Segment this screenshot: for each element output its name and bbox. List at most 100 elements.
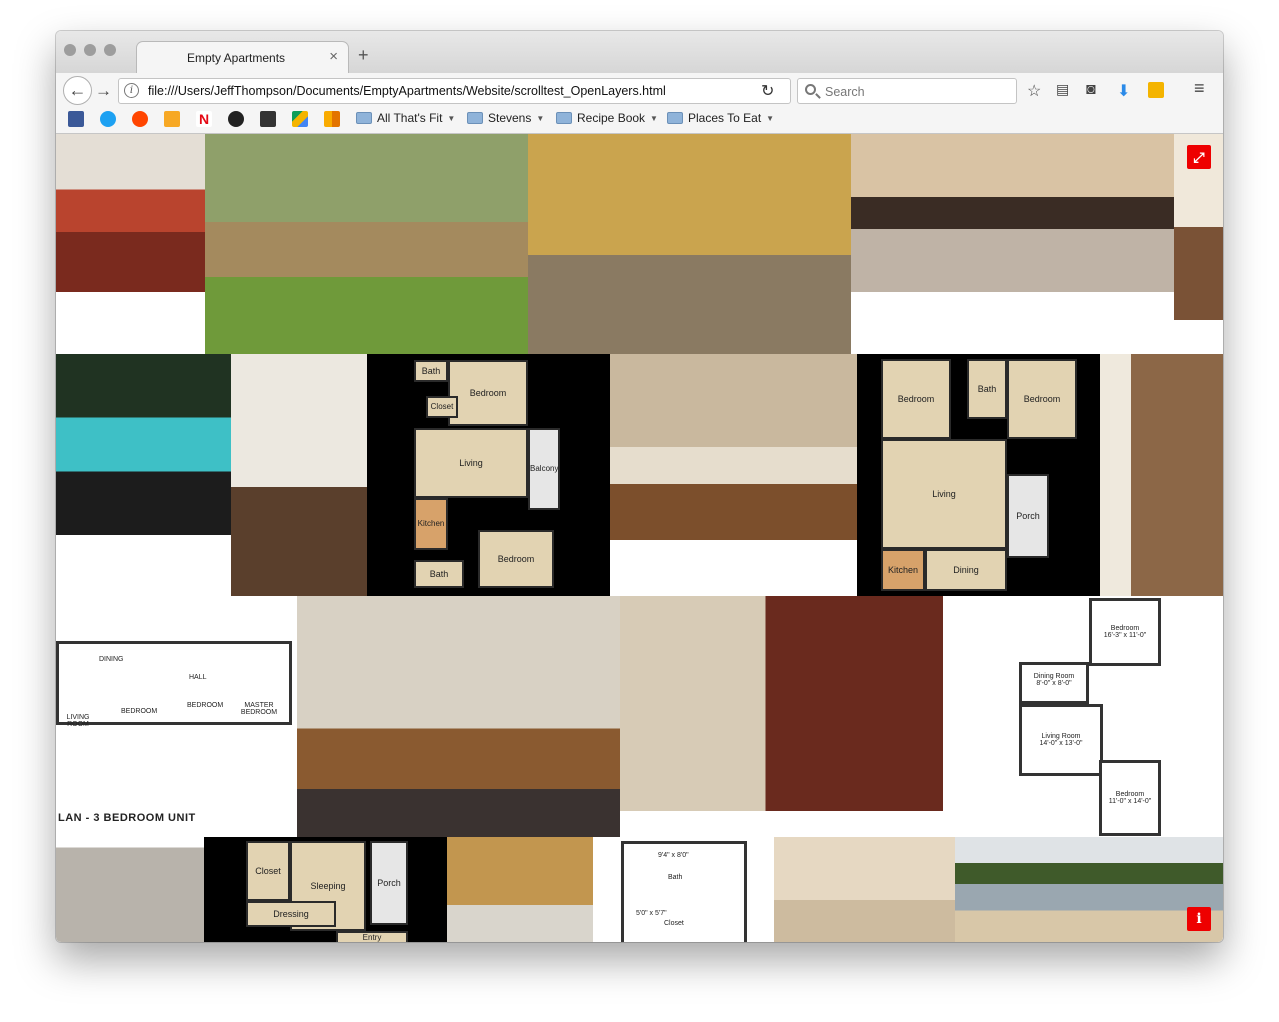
apartment-mosaic[interactable]: Bath Bedroom Closet Living Balcony Kitch… <box>56 134 1223 942</box>
room-living-label: Living Room <box>1041 733 1081 740</box>
photo-bedroom-red-quilt[interactable] <box>56 134 205 292</box>
room-dining: Dining Room 8'-0" x 8'-0" <box>1019 662 1089 704</box>
back-button[interactable]: ← <box>63 76 92 105</box>
info-button[interactable]: i <box>1187 907 1211 931</box>
photo-patio-door[interactable] <box>1100 354 1223 596</box>
chevron-down-icon: ▼ <box>447 113 456 123</box>
floorplan-two-bedroom-a[interactable]: Bath Bedroom Closet Living Balcony Kitch… <box>367 354 610 596</box>
room-hall: HALL <box>189 674 207 681</box>
search-bar[interactable]: Search <box>797 78 1017 104</box>
google-drive-icon[interactable] <box>292 111 308 127</box>
bookmark-star-icon[interactable]: ☆ <box>1027 81 1041 101</box>
photo-fitness-room[interactable] <box>528 134 851 354</box>
room-dimension-2: 5'0" x 5'7" <box>636 910 667 917</box>
url-text[interactable]: file:///Users/JeffThompson/Documents/Emp… <box>148 84 666 98</box>
room-bath-2: Bath <box>414 560 464 588</box>
folder-label: Stevens <box>488 111 532 125</box>
floorplan-two-bedroom-b[interactable]: Bedroom Bath Bedroom Living Porch Kitche… <box>857 354 1100 596</box>
close-window-button[interactable] <box>64 44 76 56</box>
reload-button[interactable]: ↻ <box>761 81 774 101</box>
folder-icon <box>467 112 483 124</box>
bookmark-folder-recipe-book[interactable]: Recipe Book ▼ <box>556 111 658 125</box>
github-icon[interactable] <box>228 111 244 127</box>
photo-house-exterior[interactable] <box>955 837 1223 942</box>
folder-label: All That's Fit <box>377 111 443 125</box>
floorplan-outline: 9'4" x 8'0" Bath 5'0" x 5'7" Closet <box>621 841 747 942</box>
room-bedroom: Bedroom 16'-3" x 11'-0" <box>1089 598 1161 666</box>
room-dimension: 9'4" x 8'0" <box>658 852 689 859</box>
room-dining: DINING <box>99 656 124 663</box>
reading-list-icon[interactable]: ▤ <box>1056 81 1069 98</box>
photo-living-kitchen-wood-floor[interactable] <box>297 596 620 837</box>
photo-empty-room-window[interactable] <box>56 837 204 942</box>
facebook-icon[interactable] <box>68 111 84 127</box>
room-dressing: Dressing <box>246 901 336 927</box>
photo-kitchen-cabinets[interactable] <box>447 837 593 942</box>
room-porch: Porch <box>370 841 408 925</box>
floorplan-two-bedroom-c[interactable]: Bedroom 16'-3" x 11'-0" Dining Room 8'-0… <box>943 596 1223 837</box>
room-bedroom: BEDROOM <box>121 708 158 715</box>
bookmarks-toolbar: N All That's Fit ▼ Stevens ▼ Recipe Book… <box>56 108 1223 134</box>
search-icon <box>805 84 816 95</box>
info-icon[interactable]: i <box>124 83 139 98</box>
extension-icon[interactable] <box>1148 82 1164 98</box>
tab-close-icon[interactable]: × <box>329 48 338 65</box>
room-bath: Bath <box>967 359 1007 419</box>
browser-window: Empty Apartments × + ← → i file:///Users… <box>56 31 1223 942</box>
room-bedroom: Bedroom <box>448 360 528 426</box>
fullscreen-button[interactable]: ⤢ <box>1187 145 1211 169</box>
room-bedroom-label: Bedroom <box>1110 625 1140 632</box>
room-closet: Closet <box>664 920 684 927</box>
orange-square-icon[interactable] <box>164 111 180 127</box>
photo-bathroom-vanity[interactable] <box>610 354 857 540</box>
photo-kitchen-hall[interactable] <box>231 354 367 596</box>
reddit-icon[interactable] <box>132 111 148 127</box>
analytics-icon[interactable] <box>324 111 340 127</box>
room-closet: Closet <box>426 396 458 418</box>
room-kitchen: Kitchen <box>881 549 925 591</box>
floorplan-studio[interactable]: Closet Sleeping Porch Dressing Entry <box>204 837 447 942</box>
folder-icon <box>556 112 572 124</box>
zoom-window-button[interactable] <box>104 44 116 56</box>
folder-label: Recipe Book <box>577 111 646 125</box>
room-bedroom-size: 16'-3" x 11'-0" <box>1103 632 1147 639</box>
pocket-icon[interactable]: ◙ <box>1086 81 1096 99</box>
room-master-bedroom: MASTER BEDROOM <box>240 702 278 716</box>
room-closet: Closet <box>246 841 290 901</box>
tab-title: Empty Apartments <box>187 51 286 65</box>
room-bedroom-2: Bedroom 11'-0" x 14'-0" <box>1099 760 1161 836</box>
minimize-window-button[interactable] <box>84 44 96 56</box>
room-bedroom: Bedroom <box>881 359 951 439</box>
chart-icon[interactable] <box>260 111 276 127</box>
bookmark-folder-all-thats-fit[interactable]: All That's Fit ▼ <box>356 111 455 125</box>
bookmark-folder-places-to-eat[interactable]: Places To Eat ▼ <box>667 111 774 125</box>
tab-empty-apartments[interactable]: Empty Apartments × <box>136 41 349 73</box>
bookmark-folder-stevens[interactable]: Stevens ▼ <box>467 111 544 125</box>
room-kitchen: Kitchen <box>414 498 448 550</box>
photo-bedroom-lamps[interactable] <box>851 134 1174 292</box>
room-living-size: 14'-0" x 13'-0" <box>1039 740 1083 747</box>
room-bedroom-2: Bedroom <box>1007 359 1077 439</box>
floorplan-three-bedroom[interactable]: DINING HALL BEDROOM BEDROOM MASTER BEDRO… <box>56 596 297 837</box>
new-tab-button[interactable]: + <box>358 45 369 66</box>
chevron-down-icon: ▼ <box>650 113 658 123</box>
folder-icon <box>667 112 683 124</box>
room-living: LIVING ROOM <box>66 714 90 728</box>
menu-icon[interactable]: ≡ <box>1194 78 1205 99</box>
floorplan-bathroom[interactable]: 9'4" x 8'0" Bath 5'0" x 5'7" Closet <box>593 837 774 942</box>
netflix-icon[interactable]: N <box>196 111 212 127</box>
room-bedroom-2-size: 11'-0" x 14'-0" <box>1108 798 1152 805</box>
photo-empty-room-beige[interactable] <box>774 837 955 942</box>
url-bar[interactable]: i file:///Users/JeffThompson/Documents/E… <box>118 78 791 104</box>
forward-button[interactable]: → <box>95 81 112 101</box>
room-dining-size: 8'-0" x 8'-0" <box>1036 680 1072 687</box>
photo-pool[interactable] <box>56 354 231 535</box>
search-input[interactable]: Search <box>825 85 865 99</box>
downloads-icon[interactable]: ⬇ <box>1117 81 1130 101</box>
room-dining: Dining <box>925 549 1007 591</box>
chevron-down-icon: ▼ <box>536 113 545 123</box>
photo-courtyard-trees[interactable] <box>205 134 528 354</box>
twitter-icon[interactable] <box>100 111 116 127</box>
room-bedroom-2: BEDROOM <box>187 702 224 709</box>
photo-living-room-leather-sofa[interactable] <box>620 596 943 811</box>
